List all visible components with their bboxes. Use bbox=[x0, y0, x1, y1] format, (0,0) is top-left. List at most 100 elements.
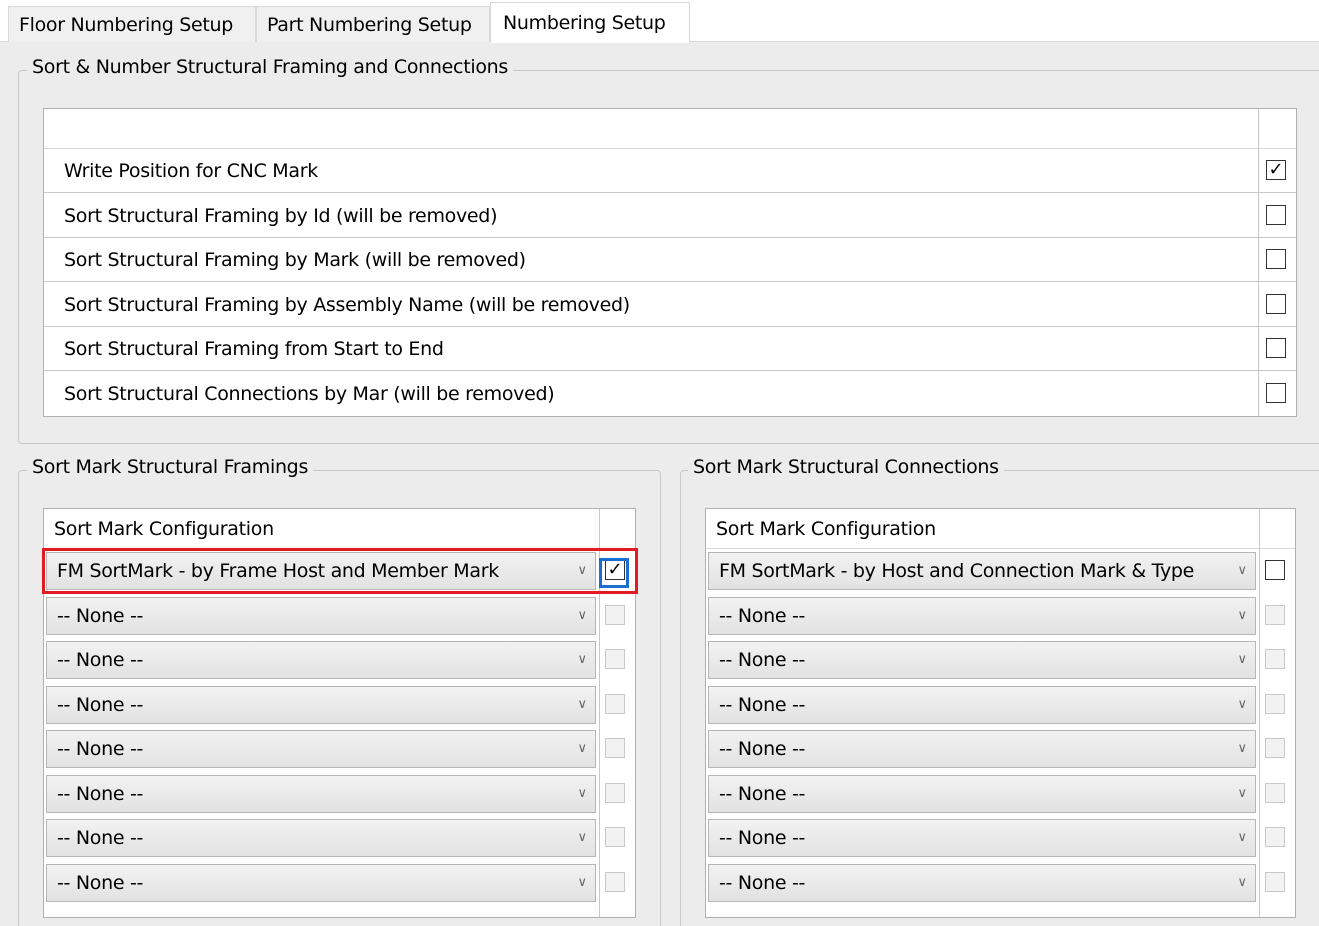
framings-grid-header: Sort Mark Configuration bbox=[44, 509, 635, 549]
option-row: Sort Structural Framing by Mark (will be… bbox=[44, 238, 1296, 282]
enable-checkbox[interactable] bbox=[1265, 738, 1285, 758]
option-label: Write Position for CNC Mark bbox=[64, 160, 318, 182]
option-label: Sort Structural Framing by Assembly Name… bbox=[64, 293, 630, 316]
connections-column-header: Sort Mark Configuration bbox=[716, 518, 936, 540]
enable-checkbox[interactable] bbox=[1265, 871, 1285, 892]
dropdown-value: -- None -- bbox=[57, 827, 144, 849]
focus-ring bbox=[599, 558, 629, 588]
enable-checkbox[interactable] bbox=[1265, 560, 1285, 580]
enable-checkbox[interactable] bbox=[1265, 827, 1285, 847]
sort-mark-dropdown[interactable]: -- None -- ∨ bbox=[708, 730, 1256, 768]
chevron-down-icon: ∨ bbox=[577, 652, 587, 667]
dropdown-value: -- None -- bbox=[57, 738, 144, 760]
framings-group-title: Sort Mark Structural Framings bbox=[27, 456, 314, 478]
enable-checkbox[interactable] bbox=[605, 693, 625, 714]
sort-number-group-title: Sort & Number Structural Framing and Con… bbox=[27, 56, 514, 78]
sort-mark-dropdown[interactable]: -- None -- ∨ bbox=[708, 863, 1256, 902]
chevron-down-icon: ∨ bbox=[1237, 696, 1247, 712]
enable-checkbox[interactable] bbox=[1265, 604, 1285, 625]
enable-checkbox[interactable] bbox=[605, 827, 625, 847]
chevron-down-icon: ∨ bbox=[1237, 563, 1247, 578]
option-label: Sort Structural Framing from Start to En… bbox=[64, 338, 444, 360]
cell-separator bbox=[1258, 238, 1259, 282]
enable-checkbox[interactable] bbox=[605, 604, 625, 625]
dropdown-value: -- None -- bbox=[719, 827, 806, 849]
sort-mark-dropdown[interactable]: -- None -- ∨ bbox=[46, 863, 596, 902]
dropdown-value: FM SortMark - by Host and Connection Mar… bbox=[719, 560, 1195, 582]
option-checkbox[interactable] bbox=[1266, 293, 1286, 314]
option-checkbox[interactable]: ✓ bbox=[1266, 160, 1286, 180]
option-row: Sort Structural Framing from Start to En… bbox=[44, 327, 1296, 371]
chevron-down-icon: ∨ bbox=[577, 785, 587, 801]
dropdown-value: -- None -- bbox=[57, 871, 144, 894]
option-checkbox[interactable] bbox=[1266, 204, 1286, 225]
sort-mark-dropdown[interactable]: -- None -- ∨ bbox=[46, 774, 596, 813]
sort-mark-dropdown[interactable]: -- None -- ∨ bbox=[708, 596, 1256, 635]
dropdown-value: -- None -- bbox=[719, 693, 806, 716]
chevron-down-icon: ∨ bbox=[1237, 785, 1247, 801]
tab-part-numbering-setup[interactable]: Part Numbering Setup bbox=[256, 6, 490, 42]
highlight-box bbox=[42, 548, 638, 594]
chevron-down-icon: ∨ bbox=[577, 741, 587, 756]
dropdown-value: -- None -- bbox=[719, 604, 806, 627]
option-label: Sort Structural Connections by Mar (will… bbox=[64, 382, 555, 405]
dropdown-value: -- None -- bbox=[719, 738, 806, 760]
option-checkbox[interactable] bbox=[1266, 382, 1286, 403]
option-checkbox[interactable] bbox=[1266, 338, 1286, 358]
option-label: Sort Structural Framing by Mark (will be… bbox=[64, 249, 526, 271]
option-checkbox[interactable] bbox=[1266, 249, 1286, 269]
sort-mark-dropdown[interactable]: -- None -- ∨ bbox=[46, 685, 596, 724]
dropdown-value: -- None -- bbox=[57, 693, 144, 716]
tab-floor-numbering-setup[interactable]: Floor Numbering Setup bbox=[8, 6, 256, 42]
connections-grid: Sort Mark Configuration FM SortMark - by… bbox=[705, 508, 1296, 918]
sort-number-grid: Write Position for CNC Mark ✓ Sort Structu… bbox=[43, 108, 1297, 417]
dropdown-value: -- None -- bbox=[719, 782, 806, 805]
option-row: Write Position for CNC Mark ✓ bbox=[44, 149, 1296, 193]
chevron-down-icon: ∨ bbox=[1237, 652, 1247, 667]
sort-mark-dropdown[interactable]: -- None -- ∨ bbox=[708, 641, 1256, 679]
dropdown-value: -- None -- bbox=[57, 782, 144, 805]
chevron-down-icon: ∨ bbox=[1237, 741, 1247, 756]
enable-checkbox[interactable] bbox=[1265, 649, 1285, 669]
option-row: Sort Structural Framing by Assembly Name… bbox=[44, 282, 1296, 327]
dropdown-value: -- None -- bbox=[719, 649, 806, 671]
enable-checkbox[interactable] bbox=[1265, 782, 1285, 803]
option-row: Sort Structural Connections by Mar (will… bbox=[44, 371, 1296, 416]
enable-checkbox[interactable] bbox=[605, 738, 625, 758]
enable-checkbox[interactable] bbox=[1265, 693, 1285, 714]
sort-mark-dropdown[interactable]: -- None -- ∨ bbox=[46, 596, 596, 635]
tab-strip: Floor Numbering Setup Part Numbering Set… bbox=[0, 0, 1319, 43]
chevron-down-icon: ∨ bbox=[1237, 830, 1247, 845]
tab-numbering-setup[interactable]: Numbering Setup bbox=[490, 2, 690, 43]
grid-header bbox=[44, 109, 1296, 149]
chevron-down-icon: ∨ bbox=[1237, 874, 1247, 890]
cell-separator bbox=[1258, 282, 1259, 327]
numbering-setup-panel: Sort & Number Structural Framing and Con… bbox=[0, 42, 1319, 926]
cell-separator bbox=[1258, 193, 1259, 238]
option-label: Sort Structural Framing by Id (will be r… bbox=[64, 204, 498, 227]
chevron-down-icon: ∨ bbox=[577, 607, 587, 623]
cell-separator bbox=[1258, 371, 1259, 416]
connections-grid-header: Sort Mark Configuration bbox=[706, 509, 1295, 549]
sort-mark-dropdown[interactable]: -- None -- ∨ bbox=[708, 774, 1256, 813]
cell-separator bbox=[1258, 327, 1259, 371]
sort-mark-dropdown[interactable]: -- None -- ∨ bbox=[708, 685, 1256, 724]
sort-mark-dropdown[interactable]: -- None -- ∨ bbox=[46, 819, 596, 857]
enable-checkbox[interactable] bbox=[605, 649, 625, 669]
column-separator bbox=[1259, 509, 1260, 917]
framings-column-header: Sort Mark Configuration bbox=[54, 518, 274, 540]
enable-checkbox[interactable] bbox=[605, 782, 625, 803]
chevron-down-icon: ∨ bbox=[577, 830, 587, 845]
dropdown-value: -- None -- bbox=[57, 649, 144, 671]
sort-mark-dropdown[interactable]: -- None -- ∨ bbox=[46, 730, 596, 768]
sort-mark-dropdown[interactable]: -- None -- ∨ bbox=[708, 819, 1256, 857]
chevron-down-icon: ∨ bbox=[577, 874, 587, 890]
sort-mark-dropdown[interactable]: FM SortMark - by Host and Connection Mar… bbox=[708, 552, 1256, 590]
sort-mark-dropdown[interactable]: -- None -- ∨ bbox=[46, 641, 596, 679]
dropdown-value: -- None -- bbox=[57, 604, 144, 627]
enable-checkbox[interactable] bbox=[605, 871, 625, 892]
chevron-down-icon: ∨ bbox=[1237, 607, 1247, 623]
option-row: Sort Structural Framing by Id (will be r… bbox=[44, 193, 1296, 238]
chevron-down-icon: ∨ bbox=[577, 696, 587, 712]
cell-separator bbox=[1258, 149, 1259, 193]
